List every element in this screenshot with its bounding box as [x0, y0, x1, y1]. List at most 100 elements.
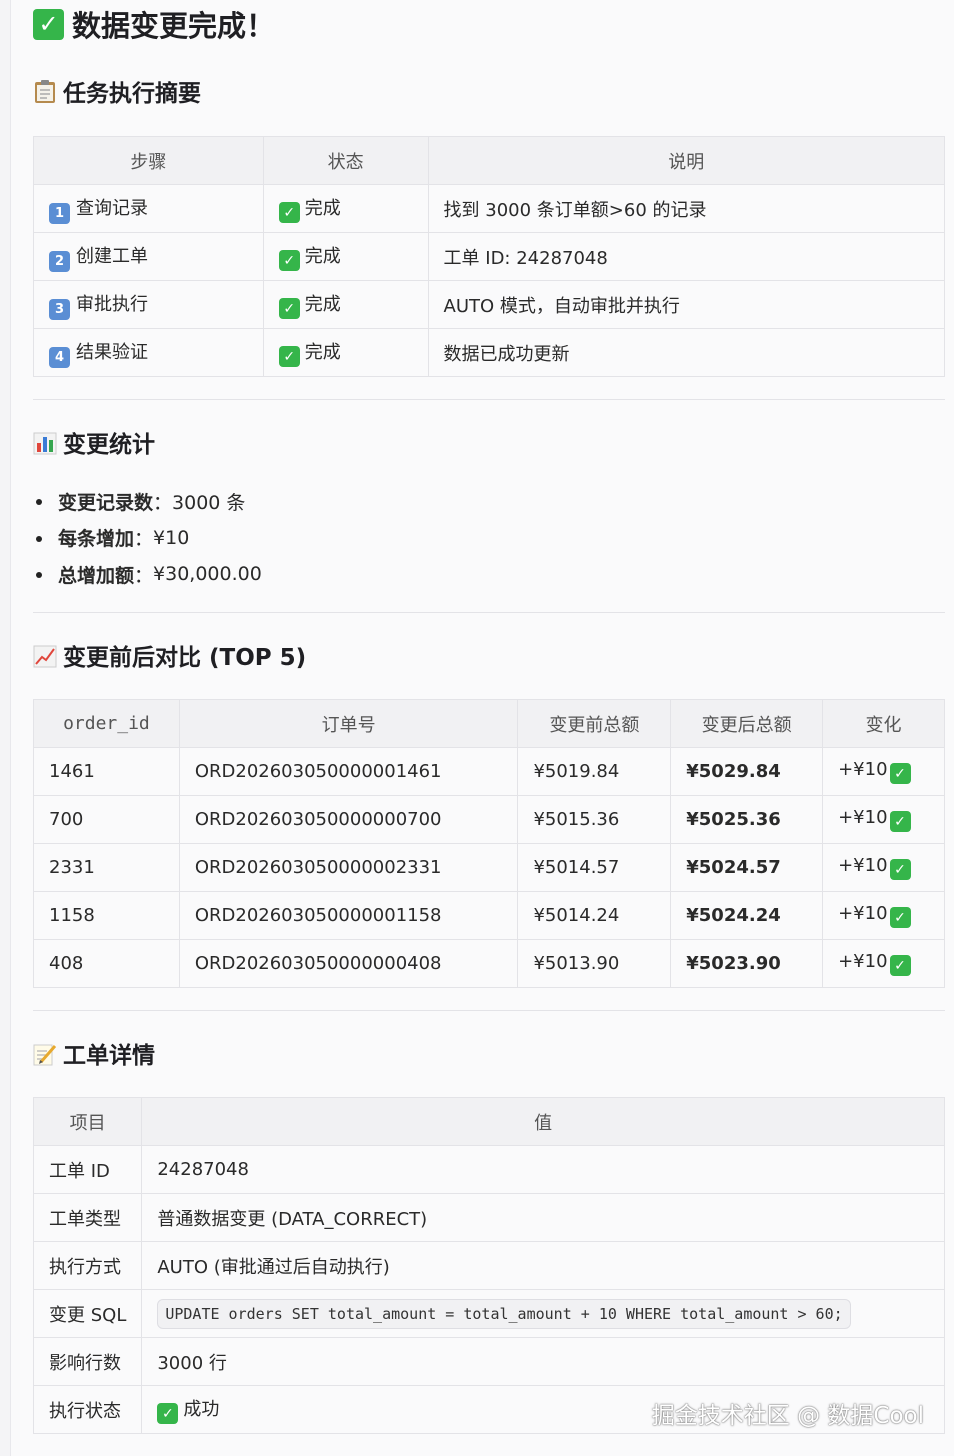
check-mark-icon: ✓ — [889, 811, 911, 833]
list-item: 每条增加： ¥10 — [33, 520, 262, 557]
keycap-3-icon: 3 — [49, 298, 70, 320]
stat-key: 总增加额 — [58, 564, 135, 587]
column-header: 说明 — [427, 136, 946, 185]
table-row: 700 ORD202603050000000700 ¥5015.36 ¥5025… — [33, 795, 945, 844]
keycap-4-icon: 4 — [49, 346, 70, 368]
keycap-1-icon: 1 — [49, 202, 70, 224]
ticket-heading: 工单详情 — [33, 1036, 155, 1070]
step-label: 结果验证 — [76, 341, 148, 363]
after-amount-cell: ¥5025.36 — [670, 795, 824, 844]
change-value: +¥10 — [838, 854, 888, 876]
change-cell: +¥10 ✓ — [822, 939, 945, 988]
table-row: 工单类型 普通数据变更 (DATA_CORRECT) — [32, 1193, 945, 1242]
column-header: 订单号 — [178, 699, 519, 748]
table-header-row: order_id 订单号 变更前总额 变更后总额 变化 — [33, 699, 945, 748]
status-label: 完成 — [304, 341, 341, 363]
table-header-row: 步骤 状态 说明 — [33, 136, 946, 185]
status-label: 成功 — [183, 1398, 220, 1420]
step-cell: 3 审批执行 — [33, 280, 264, 329]
order-id-cell: 408 — [33, 939, 180, 988]
table-row: 4 结果验证 ✓ 完成 数据已成功更新 — [33, 328, 946, 377]
stats-list: 变更记录数： 3000 条 每条增加： ¥10 总增加额： ¥30,000.00 — [33, 483, 262, 593]
stat-value: ¥10 — [153, 526, 190, 549]
check-mark-icon: ✓ — [889, 859, 911, 881]
before-amount-cell: ¥5015.36 — [517, 795, 672, 844]
stat-separator: ： — [134, 564, 154, 587]
list-item: 总增加额： ¥30,000.00 — [33, 556, 262, 593]
check-mark-icon: ✓ — [889, 955, 911, 977]
check-mark-icon: ✓ — [157, 1403, 179, 1425]
status-cell: ✓ 完成 — [262, 280, 429, 329]
check-mark-icon: ✓ — [278, 250, 300, 272]
order-id-cell: 1158 — [33, 891, 180, 940]
stat-key: 每条增加 — [58, 528, 135, 551]
stat-separator: ： — [134, 528, 154, 551]
order-no-cell: ORD202603050000000700 — [178, 795, 519, 844]
stat-value: 3000 条 — [172, 491, 246, 514]
value-cell: 3000 行 — [141, 1337, 945, 1386]
stats-heading: 变更统计 — [33, 425, 155, 459]
check-mark-icon: ✓ — [33, 8, 64, 40]
check-mark-icon: ✓ — [889, 907, 911, 929]
table-row: 影响行数 3000 行 — [32, 1337, 945, 1386]
keycap-2-icon: 2 — [49, 250, 70, 272]
step-label: 创建工单 — [76, 245, 148, 267]
after-amount-cell: ¥5024.57 — [670, 843, 824, 892]
status-cell: ✓ 完成 — [262, 328, 429, 377]
item-cell: 影响行数 — [32, 1337, 143, 1386]
column-header: 状态 — [262, 136, 429, 185]
step-label: 审批执行 — [76, 293, 148, 315]
divider — [33, 612, 945, 613]
change-value: +¥10 — [838, 950, 888, 972]
stats-heading-text: 变更统计 — [63, 432, 155, 458]
after-amount-cell: ¥5023.90 — [670, 939, 824, 988]
list-item: 变更记录数： 3000 条 — [33, 483, 262, 520]
table-row: 工单 ID 24287048 — [32, 1145, 945, 1194]
stat-value: ¥30,000.00 — [153, 563, 262, 586]
table-row: 3 审批执行 ✓ 完成 AUTO 模式，自动审批并执行 — [33, 280, 946, 329]
order-id-cell: 2331 — [33, 843, 180, 892]
description-cell: AUTO 模式，自动审批并执行 — [427, 280, 946, 329]
before-amount-cell: ¥5019.84 — [517, 747, 672, 796]
table-row: 1461 ORD202603050000001461 ¥5019.84 ¥502… — [33, 747, 945, 796]
stat-separator: ： — [153, 491, 173, 514]
description-cell: 工单 ID: 24287048 — [427, 232, 946, 281]
change-value: +¥10 — [838, 806, 888, 828]
order-no-cell: ORD202603050000000408 — [178, 939, 519, 988]
change-value: +¥10 — [838, 902, 888, 924]
message-panel: ✓ 数据变更完成！ 任务执行摘要 步骤 状态 说明 1 查询记录 ✓ 完成 找到 3… — [10, 0, 954, 1456]
summary-heading: 任务执行摘要 — [33, 74, 201, 108]
value-cell: AUTO (审批通过后自动执行) — [141, 1241, 945, 1290]
change-cell: +¥10 ✓ — [822, 747, 945, 796]
memo-icon — [33, 1040, 57, 1066]
step-cell: 4 结果验证 — [33, 328, 264, 377]
table-row: 变更 SQL UPDATE orders SET total_amount = … — [32, 1289, 945, 1338]
check-mark-icon: ✓ — [889, 763, 911, 785]
value-cell: 24287048 — [141, 1145, 945, 1194]
table-header-row: 项目 值 — [32, 1097, 945, 1146]
before-amount-cell: ¥5014.57 — [517, 843, 672, 892]
column-header: 变化 — [822, 699, 945, 748]
before-amount-cell: ¥5013.90 — [517, 939, 672, 988]
value-cell: 普通数据变更 (DATA_CORRECT) — [141, 1193, 945, 1242]
check-mark-icon: ✓ — [278, 202, 300, 224]
ticket-table: 项目 值 工单 ID 24287048 工单类型 普通数据变更 (DATA_CO… — [32, 1097, 945, 1434]
column-header: 步骤 — [33, 136, 264, 185]
page-title: ✓ 数据变更完成！ — [33, 4, 275, 44]
table-row: 2 创建工单 ✓ 完成 工单 ID: 24287048 — [33, 232, 946, 281]
description-cell: 数据已成功更新 — [427, 328, 946, 377]
column-header: 值 — [141, 1097, 945, 1146]
watermark: 掘金技术社区 @ 数据Cool — [651, 1403, 924, 1429]
after-amount-cell: ¥5029.84 — [670, 747, 824, 796]
change-value: +¥10 — [838, 758, 888, 780]
item-cell: 工单 ID — [32, 1145, 143, 1194]
ticket-heading-text: 工单详情 — [63, 1043, 155, 1069]
bar-chart-icon — [33, 429, 57, 455]
table-row: 2331 ORD202603050000002331 ¥5014.57 ¥502… — [33, 843, 945, 892]
divider — [33, 399, 945, 400]
status-cell: ✓ 完成 — [262, 184, 429, 233]
check-mark-icon: ✓ — [278, 346, 300, 368]
table-row: 408 ORD202603050000000408 ¥5013.90 ¥5023… — [33, 939, 945, 988]
divider — [33, 1010, 945, 1011]
table-row: 执行方式 AUTO (审批通过后自动执行) — [32, 1241, 945, 1290]
